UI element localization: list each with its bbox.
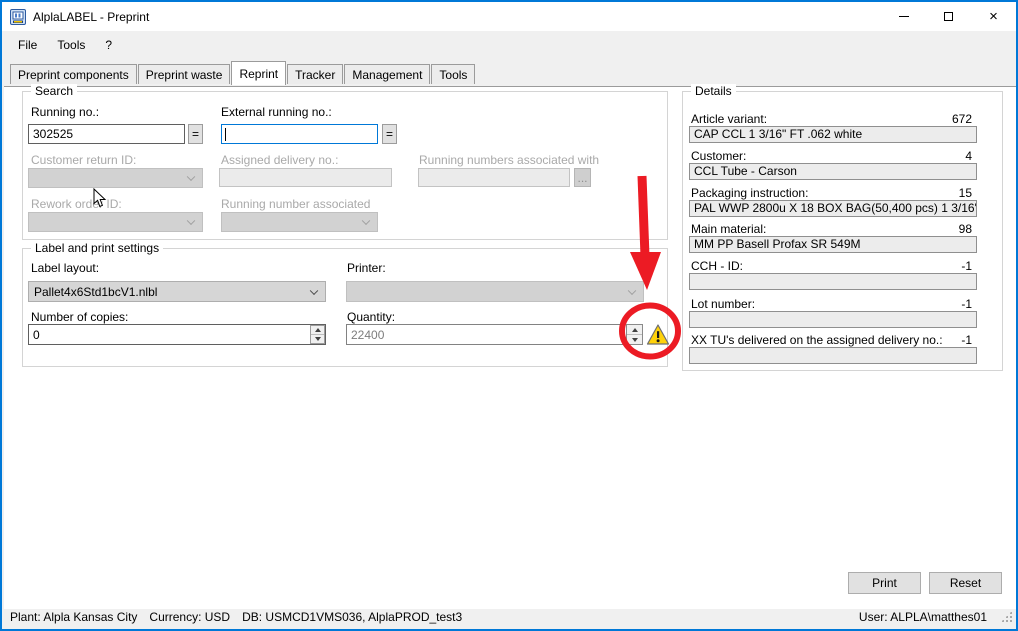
article-variant-number: 672 <box>952 112 972 126</box>
assigned-delivery-no-input <box>219 168 392 187</box>
lot-number-label: Lot number: <box>691 297 755 311</box>
running-numbers-browse-button: ... <box>574 168 591 187</box>
menu-help[interactable]: ? <box>95 34 122 56</box>
customer-value: CCL Tube - Carson <box>689 163 977 180</box>
external-running-no-input[interactable] <box>221 124 378 144</box>
spin-down-button[interactable] <box>311 334 324 343</box>
maximize-icon <box>944 12 953 21</box>
tus-delivered-label: XX TU's delivered on the assigned delive… <box>691 333 943 347</box>
running-no-equals-button[interactable]: = <box>188 124 203 144</box>
tab-preprint-components[interactable]: Preprint components <box>10 64 137 84</box>
packaging-instruction-number: 15 <box>959 186 972 200</box>
settings-group-legend: Label and print settings <box>31 241 163 255</box>
running-number-associated-combobox <box>221 212 378 232</box>
customer-return-id-combobox <box>28 168 203 188</box>
label-layout-label: Label layout: <box>31 261 99 275</box>
article-variant-label: Article variant: <box>691 112 767 126</box>
spin-down-button[interactable] <box>627 334 642 344</box>
warning-icon <box>646 323 670 346</box>
spin-up-button[interactable] <box>311 326 324 334</box>
chevron-down-icon <box>362 217 370 225</box>
number-of-copies-spinner[interactable] <box>310 325 325 344</box>
status-db: DB: USMCD1VMS036, AlplaPROD_test3 <box>242 610 462 624</box>
quantity-input <box>346 324 625 345</box>
tab-management[interactable]: Management <box>344 64 430 84</box>
external-running-no-equals-button[interactable]: = <box>382 124 397 144</box>
customer-return-id-label: Customer return ID: <box>31 153 136 167</box>
cch-id-label: CCH - ID: <box>691 259 743 273</box>
arrow-down-icon <box>632 338 638 342</box>
running-numbers-associated-with-label: Running numbers associated with <box>419 153 599 167</box>
quantity-spinner[interactable] <box>626 324 643 345</box>
menu-tools[interactable]: Tools <box>47 34 95 56</box>
search-group: Search Running no.: = External running n… <box>22 91 668 240</box>
label-layout-combobox[interactable]: Pallet4x6Std1bcV1.nlbl <box>28 281 326 302</box>
quantity-label: Quantity: <box>347 310 395 324</box>
tus-delivered-number: -1 <box>961 333 972 347</box>
chevron-down-icon <box>187 217 195 225</box>
menu-file[interactable]: File <box>8 34 47 56</box>
tab-tracker[interactable]: Tracker <box>287 64 343 84</box>
arrow-down-icon <box>315 337 321 341</box>
close-button[interactable]: × <box>971 2 1016 31</box>
label-print-settings-group: Label and print settings Label layout: P… <box>22 248 668 367</box>
number-of-copies-label: Number of copies: <box>31 310 128 324</box>
details-group-legend: Details <box>691 84 736 98</box>
chevron-down-icon <box>628 286 636 294</box>
maximize-button[interactable] <box>926 2 971 31</box>
resize-grip[interactable] <box>1001 611 1012 622</box>
text-caret <box>225 128 226 141</box>
cch-id-number: -1 <box>961 259 972 273</box>
cch-id-value <box>689 273 977 290</box>
main-material-label: Main material: <box>691 222 766 236</box>
packaging-instruction-label: Packaging instruction: <box>691 186 808 200</box>
main-material-number: 98 <box>959 222 972 236</box>
customer-label: Customer: <box>691 149 746 163</box>
article-variant-value: CAP CCL 1 3/16" FT .062 white <box>689 126 977 143</box>
arrow-up-icon <box>632 328 638 332</box>
spin-up-button[interactable] <box>627 325 642 334</box>
chevron-down-icon <box>187 173 195 181</box>
running-no-label: Running no.: <box>31 105 99 119</box>
reprint-tab-page: Search Running no.: = External running n… <box>4 86 1018 609</box>
main-material-value: MM PP Basell Profax SR 549M <box>689 236 977 253</box>
running-number-associated-label: Running number associated <box>221 197 370 211</box>
running-numbers-associated-with-input <box>418 168 570 187</box>
search-group-legend: Search <box>31 84 77 98</box>
tus-delivered-value <box>689 347 977 364</box>
app-icon[interactable] <box>10 9 26 25</box>
assigned-delivery-no-label: Assigned delivery no.: <box>221 153 338 167</box>
reset-button[interactable]: Reset <box>929 572 1002 594</box>
external-running-no-label: External running no.: <box>221 105 332 119</box>
window-title: AlplaLABEL - Preprint <box>33 10 149 24</box>
chevron-down-icon <box>310 286 318 294</box>
rework-order-id-combobox <box>28 212 203 232</box>
lot-number-number: -1 <box>961 297 972 311</box>
caption-buttons: × <box>881 2 1016 31</box>
lot-number-value <box>689 311 977 328</box>
details-group: Details Article variant: 672 CAP CCL 1 3… <box>682 91 1003 371</box>
number-of-copies-input[interactable] <box>28 324 326 345</box>
minimize-button[interactable] <box>881 2 926 31</box>
customer-number: 4 <box>965 149 972 163</box>
printer-label: Printer: <box>347 261 386 275</box>
printer-combobox <box>346 281 644 302</box>
status-plant: Plant: Alpla Kansas City <box>10 610 137 624</box>
tab-preprint-waste[interactable]: Preprint waste <box>138 64 231 84</box>
status-user: User: ALPLA\matthes01 <box>859 610 987 624</box>
rework-order-id-label: Rework order ID: <box>31 197 122 211</box>
tab-reprint[interactable]: Reprint <box>231 61 286 85</box>
title-bar: AlplaLABEL - Preprint × <box>2 2 1016 31</box>
packaging-instruction-value: PAL WWP 2800u X 18 BOX BAG(50,400 pcs) 1… <box>689 200 977 217</box>
running-no-input[interactable] <box>28 124 185 144</box>
menu-bar: File Tools ? <box>2 31 1016 58</box>
close-icon: × <box>989 9 998 24</box>
app-window: AlplaLABEL - Preprint × File Tools ? Pre… <box>0 0 1018 631</box>
tab-strip: Preprint components Preprint waste Repri… <box>2 58 1016 84</box>
arrow-up-icon <box>315 328 321 332</box>
print-button[interactable]: Print <box>848 572 921 594</box>
tab-tools[interactable]: Tools <box>431 64 475 84</box>
status-currency: Currency: USD <box>149 610 230 624</box>
minimize-icon <box>899 16 909 17</box>
